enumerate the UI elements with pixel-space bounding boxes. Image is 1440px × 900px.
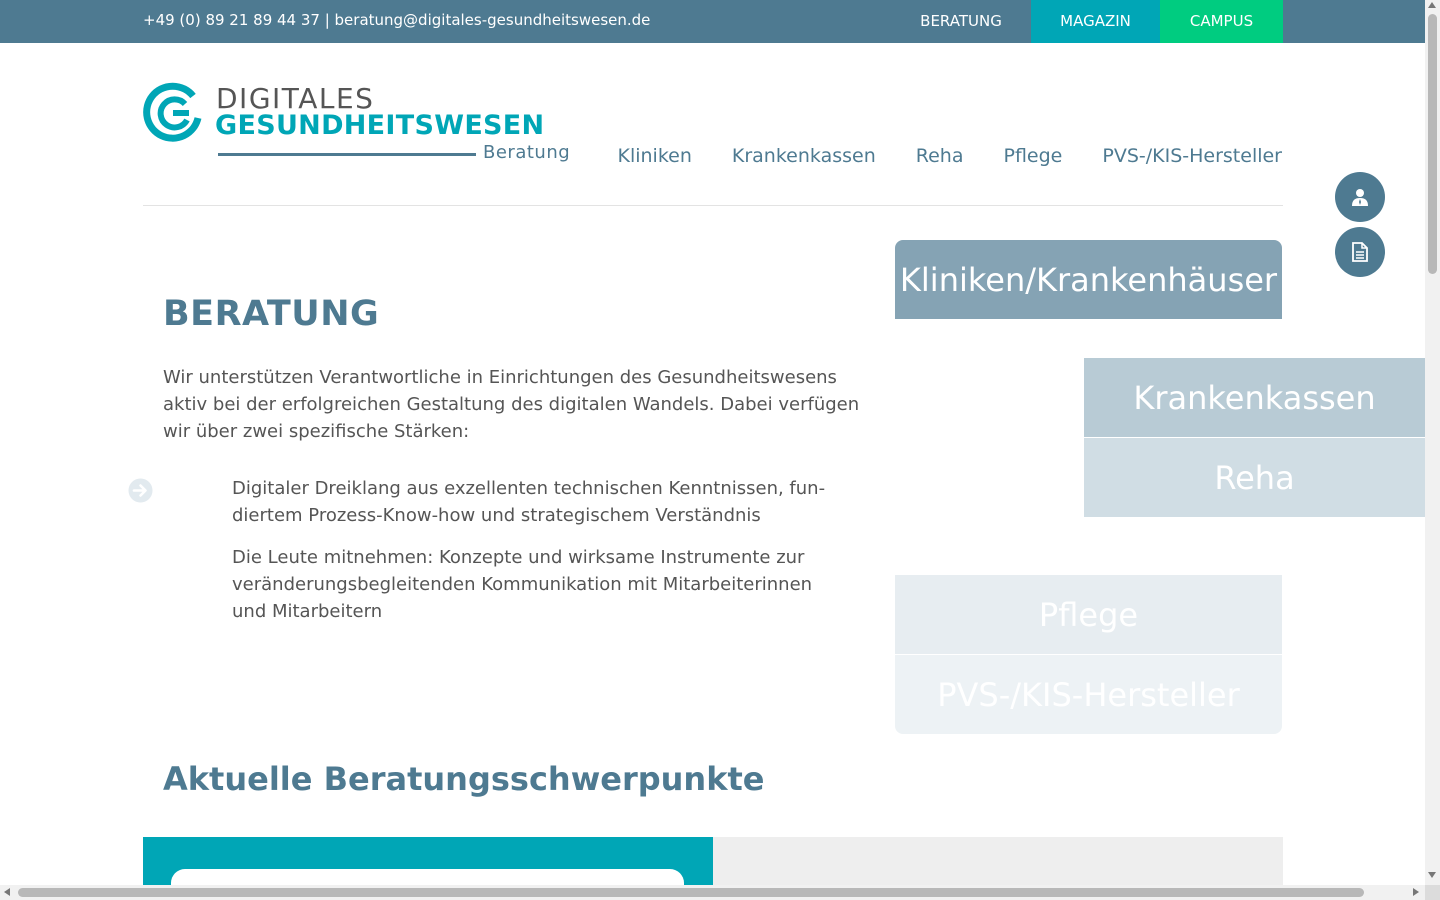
arrow-circle-right-icon: [128, 478, 153, 503]
section-heading-schwerpunkte: Aktuelle Beratungsschwerpunkte: [163, 760, 765, 798]
vertical-scroll-thumb[interactable]: [1428, 14, 1437, 274]
contact-info[interactable]: +49 (0) 89 21 89 44 37 | beratung@digita…: [143, 11, 650, 29]
tile-pvs-kis-hersteller[interactable]: PVS-/KIS-Hersteller: [895, 655, 1282, 734]
intro-paragraph: Wir unterstützen Verantwortliche in Einr…: [163, 367, 860, 442]
horizontal-scroll-thumb[interactable]: [18, 888, 1364, 897]
logo-underline: [218, 153, 476, 156]
scroll-right-icon[interactable]: [1413, 888, 1419, 896]
topbar-link-campus[interactable]: CAMPUS: [1160, 0, 1283, 43]
scroll-down-icon[interactable]: [1428, 872, 1436, 878]
schwerpunkt-card-teal[interactable]: [143, 837, 713, 900]
site-logo[interactable]: DIGITALES GESUNDHEITSWESEN Beratung: [143, 80, 583, 170]
document-icon: [1352, 242, 1368, 262]
topbar-link-magazin[interactable]: MAGAZIN: [1031, 0, 1160, 43]
tile-krankenkassen[interactable]: Krankenkassen: [1084, 358, 1425, 437]
topbar-link-beratung[interactable]: BERATUNG: [900, 0, 1022, 43]
user-icon: [1352, 189, 1368, 206]
logo-text-gesundheitswesen: GESUNDHEITSWESEN: [215, 110, 545, 141]
vertical-scrollbar[interactable]: [1425, 0, 1440, 885]
page-title: BERATUNG: [163, 294, 380, 334]
nav-item-pflege[interactable]: Pflege: [1003, 145, 1062, 167]
nav-item-reha[interactable]: Reha: [916, 145, 964, 167]
horizontal-scrollbar[interactable]: [0, 885, 1425, 900]
tile-pflege[interactable]: Pflege: [895, 575, 1282, 654]
contact-person-button[interactable]: [1335, 172, 1385, 222]
nav-item-kliniken[interactable]: Kliniken: [617, 145, 691, 167]
document-button[interactable]: [1335, 227, 1385, 277]
scroll-up-icon[interactable]: [1428, 2, 1436, 8]
top-bar: +49 (0) 89 21 89 44 37 | beratung@digita…: [0, 0, 1425, 43]
nav-item-pvs-kis-hersteller[interactable]: PVS-/KIS-Hersteller: [1102, 145, 1282, 167]
main-nav: Kliniken Krankenkassen Reha Pflege PVS-/…: [617, 145, 1282, 167]
logo-text-beratung: Beratung: [483, 142, 571, 163]
schwerpunkt-card-grey[interactable]: [713, 837, 1283, 885]
nav-item-krankenkassen[interactable]: Krankenkassen: [732, 145, 876, 167]
logo-mark-icon: [143, 82, 202, 142]
tile-reha[interactable]: Reha: [1084, 438, 1425, 517]
list-item: Die Leute mitnehmen: Konzepte und wirksa…: [232, 547, 813, 622]
scrollbar-corner: [1425, 885, 1440, 900]
scroll-left-icon[interactable]: [4, 888, 10, 896]
tile-kliniken-krankenhaeuser[interactable]: Kliniken/Krankenhäuser: [895, 240, 1282, 319]
list-item: Digitaler Dreiklang aus exzellenten tech…: [232, 478, 826, 526]
header-divider: [143, 205, 1283, 206]
